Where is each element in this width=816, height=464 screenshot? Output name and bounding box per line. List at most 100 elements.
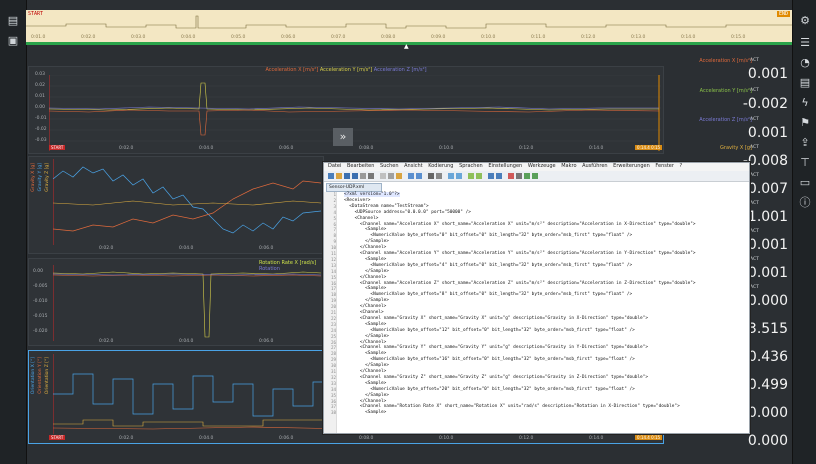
readout-name: Acceleration Z [m/s²]: [699, 117, 752, 123]
plot-start-tag: START: [49, 145, 66, 150]
line-number: 30: [330, 363, 336, 369]
line-number: 28: [330, 351, 336, 357]
info-icon[interactable]: ⓘ: [798, 196, 812, 210]
paste-icon[interactable]: [396, 173, 402, 179]
menu-item[interactable]: ?: [680, 163, 683, 169]
gauge-icon[interactable]: ◔: [798, 56, 812, 70]
x-tick: 0:04.0: [199, 436, 214, 441]
expand-panel-button[interactable]: »: [333, 128, 353, 146]
plot-start-tag: START: [49, 435, 66, 440]
zoom-out-icon[interactable]: [456, 173, 462, 179]
wrap-icon[interactable]: [476, 173, 482, 179]
line-number: 21: [330, 310, 336, 315]
code-line: <Channel name="Acceleration X" short_nam…: [344, 221, 696, 227]
x-tick: 0:06.0: [259, 246, 274, 251]
redo-icon[interactable]: [416, 173, 422, 179]
close-icon[interactable]: [360, 173, 366, 179]
menu-item[interactable]: Werkzeuge: [528, 163, 556, 169]
plot-rotation-traces: [53, 265, 321, 341]
run-icon[interactable]: [532, 173, 538, 179]
menu-item[interactable]: Sprachen: [459, 163, 483, 169]
code-line: <Channel name="Gravity Z" short_name="Gr…: [344, 374, 648, 380]
sync-icon[interactable]: [468, 173, 474, 179]
line-number: 6: [333, 221, 336, 227]
undo-icon[interactable]: [408, 173, 414, 179]
print-icon[interactable]: [368, 173, 374, 179]
timeline-collapse-icon[interactable]: ▲: [404, 43, 409, 50]
timeline-tick: 0:15.0: [731, 35, 746, 40]
timeline-tick: 0:11.0: [531, 35, 546, 40]
car-icon[interactable]: ▭: [798, 176, 812, 190]
readout-act: ACT: [750, 201, 759, 206]
line-number: 7: [333, 227, 336, 233]
timeline-tick: 0:09.0: [431, 35, 446, 40]
menu-item[interactable]: Einstellungen: [488, 163, 522, 169]
layers-icon[interactable]: ▤: [6, 14, 20, 28]
record-macro-icon[interactable]: [508, 173, 514, 179]
play-macro-icon[interactable]: [524, 173, 530, 179]
plot-legend: Acceleration X [m/s²] Acceleration Y [m/…: [29, 67, 663, 75]
axis-label: Gravity X [g]: [31, 163, 36, 192]
line-number: 13: [330, 262, 336, 268]
format-icon[interactable]: [488, 173, 494, 179]
x-tick: 0:14.0: [589, 146, 604, 151]
copy-icon[interactable]: [388, 173, 394, 179]
menu-item[interactable]: Makro: [561, 163, 576, 169]
plot-end-tag: 0:14.4 0:15: [635, 145, 663, 150]
device-icon[interactable]: ▣: [6, 34, 20, 48]
network-icon[interactable]: ⊤: [798, 156, 812, 170]
editor-text-area[interactable]: 1 <?xml version="1.0"?> 2 <Receiver> 3 <Data…: [324, 192, 749, 433]
lightning-icon[interactable]: ϟ: [798, 96, 812, 110]
stop-macro-icon[interactable]: [516, 173, 522, 179]
open-file-icon[interactable]: [336, 173, 342, 179]
code-line: <Sample>: [344, 380, 387, 386]
plot-gravity[interactable]: Gravity X [g] Gravity Y [g] Gravity Z [g…: [28, 156, 324, 254]
flag-icon[interactable]: ⚑: [798, 116, 812, 130]
readout-name: Acceleration Y [m/s²]: [699, 88, 752, 94]
new-file-icon[interactable]: [328, 173, 334, 179]
menu-item[interactable]: Ausführen: [582, 163, 607, 169]
menu-item[interactable]: Suchen: [380, 163, 399, 169]
line-number: 23: [330, 321, 336, 327]
readout-act: ACT: [750, 145, 759, 150]
readout-value: 0.001: [747, 237, 788, 253]
menu-item[interactable]: Datei: [328, 163, 341, 169]
editor-menu-bar: Datei Bearbeiten Suchen Ansicht Kodierun…: [324, 163, 749, 171]
right-toolbar: ⚙ ☰ ◔ ▤ ϟ ⚑ ⇪ ⊤ ▭ ⓘ: [792, 0, 816, 464]
cut-icon[interactable]: [380, 173, 386, 179]
save-icon[interactable]: [344, 173, 350, 179]
code-line: <Sample>: [344, 351, 387, 357]
line-number: 22: [330, 315, 336, 321]
menu-item[interactable]: Bearbeiten: [347, 163, 374, 169]
zoom-in-icon[interactable]: [448, 173, 454, 179]
code-line: </Sample>: [344, 392, 389, 398]
indent-icon[interactable]: [496, 173, 502, 179]
find-icon[interactable]: [428, 173, 434, 179]
menu-item[interactable]: Fenster: [655, 163, 674, 169]
line-number: 11: [330, 251, 336, 256]
settings-icon[interactable]: ⚙: [798, 14, 812, 28]
save-all-icon[interactable]: [352, 173, 358, 179]
menu-item[interactable]: Kodierung: [428, 163, 453, 169]
file-tab[interactable]: Sensor-UDP.xml: [326, 183, 382, 192]
code-line: <Channel>: [344, 215, 379, 221]
x-tick: 0:08.0: [359, 436, 374, 441]
timeline-overview[interactable]: START END 0:01.0 0:02.0 0:03.0 0:04.0 0:…: [26, 10, 792, 45]
plot-rotation[interactable]: Rotation Rate X [rad/s] Rotation 0.00 -0…: [28, 258, 324, 346]
list-icon[interactable]: ☰: [798, 36, 812, 50]
replace-icon[interactable]: [436, 173, 442, 179]
y-tick: -0.020: [33, 329, 48, 334]
code-line: </Sample>: [344, 298, 389, 304]
menu-item[interactable]: Erweiterungen: [613, 163, 650, 169]
export-icon[interactable]: ⇪: [798, 136, 812, 150]
report-icon[interactable]: ▤: [798, 76, 812, 90]
timeline-tick: 0:04.0: [181, 35, 196, 40]
x-tick: 0:14.0: [589, 436, 604, 441]
axis-label: Orientation Y [°]: [38, 357, 43, 394]
timeline-tick: 0:12.0: [581, 35, 596, 40]
readout-value: 0.436: [747, 349, 788, 365]
menu-item[interactable]: Ansicht: [404, 163, 422, 169]
line-number: 27: [330, 345, 336, 351]
xml-editor-window[interactable]: Datei Bearbeiten Suchen Ansicht Kodierun…: [323, 162, 750, 434]
code-line: <UDPSource address="0.0.0.0" port="50000…: [344, 209, 471, 215]
